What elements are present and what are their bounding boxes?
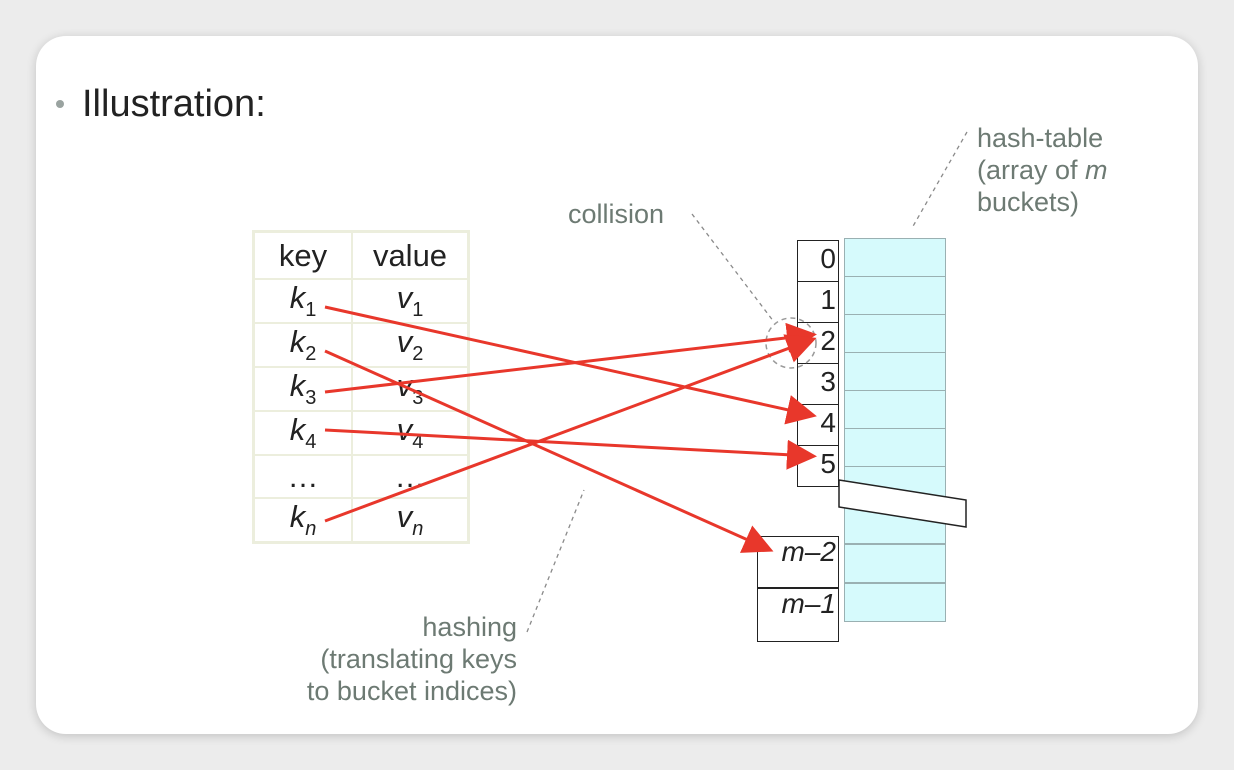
collision-circle <box>765 317 817 369</box>
diagram-overlay <box>324 131 968 633</box>
arrow-k1-to-4 <box>324 305 817 425</box>
arrow-k4-to-5 <box>324 428 817 470</box>
arrow-k3-to-2 <box>324 322 817 394</box>
hash-table-leader-line <box>911 131 968 229</box>
arrow-kn-to-2 <box>324 334 817 523</box>
table-break-strip <box>838 479 967 528</box>
collision-leader-line <box>691 213 775 323</box>
hashing-leader-line <box>526 489 585 633</box>
